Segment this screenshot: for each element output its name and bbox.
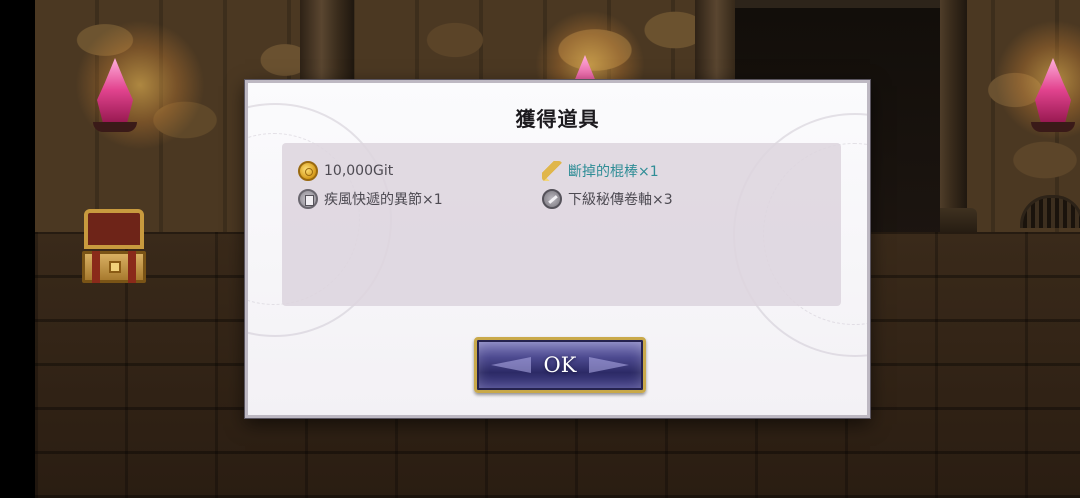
- chest-band: [92, 251, 100, 283]
- reward-item: 斷掉的棍棒×1: [542, 160, 659, 182]
- chest-band: [128, 251, 136, 283]
- treasure-chest-icon[interactable]: [82, 209, 146, 283]
- item-reward-dialog: 獲得道具 10,000Git 斷掉的棍棒×1 疾風快遞的異節×1 下級秘傳卷軸×…: [245, 80, 870, 418]
- ok-button[interactable]: OK: [474, 337, 646, 393]
- torch-holder: [1031, 122, 1075, 132]
- reward-item-label: 疾風快遞的異節×1: [324, 192, 443, 208]
- ok-button-label: OK: [543, 353, 577, 377]
- reward-item-label: 下級秘傳卷軸×3: [568, 192, 673, 208]
- reward-item: 疾風快遞的異節×1: [298, 188, 443, 210]
- reward-item: 10,000Git: [298, 160, 393, 182]
- reward-item-label: 斷掉的棍棒×1: [568, 164, 659, 180]
- stick-icon: [542, 161, 562, 181]
- reward-item: 下級秘傳卷軸×3: [542, 188, 673, 210]
- scroll-icon: [542, 189, 562, 209]
- reward-items-panel: 10,000Git 斷掉的棍棒×1 疾風快遞的異節×1 下級秘傳卷軸×3: [282, 143, 841, 306]
- torch-glow: [75, 20, 205, 150]
- dialog-title: 獲得道具: [515, 107, 600, 131]
- coin-icon: [298, 161, 318, 181]
- book-icon: [298, 189, 318, 209]
- reward-item-label: 10,000Git: [324, 163, 394, 179]
- torch-holder: [93, 122, 137, 132]
- chest-lid: [84, 209, 144, 249]
- screen-edge: [0, 0, 35, 498]
- chest-lock-icon: [109, 261, 121, 273]
